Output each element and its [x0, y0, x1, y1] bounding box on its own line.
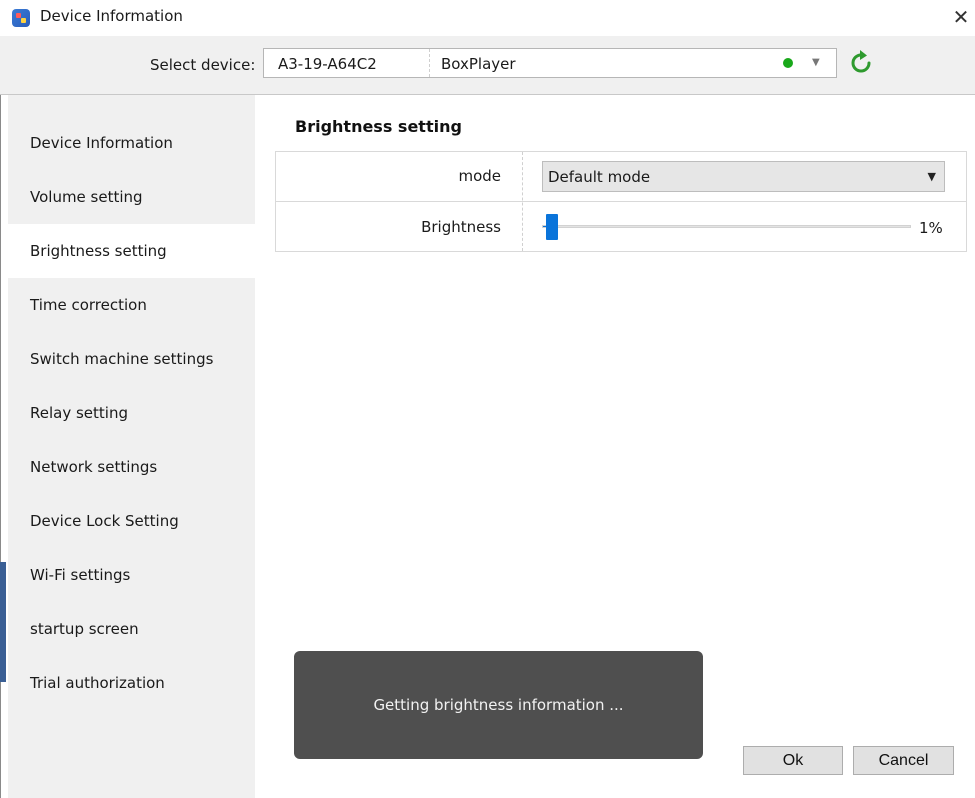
- sidebar-item-network-settings[interactable]: Network settings: [8, 440, 255, 494]
- row-divider: [276, 201, 966, 202]
- sidebar-item-device-lock-setting[interactable]: Device Lock Setting: [8, 494, 255, 548]
- window-title: Device Information: [40, 7, 183, 25]
- sidebar-item-device-information[interactable]: Device Information: [8, 116, 255, 170]
- title-bar: Device Information ✕: [0, 0, 975, 36]
- device-id: A3-19-A64C2: [278, 55, 377, 73]
- settings-sidebar: Device Information Volume setting Brightne…: [8, 95, 255, 798]
- device-select-bar: Select device: A3-19-A64C2 BoxPlayer ▼: [0, 36, 975, 95]
- brightness-slider-track[interactable]: [542, 225, 911, 228]
- select-device-label: Select device:: [150, 56, 256, 74]
- ok-button[interactable]: Ok: [743, 746, 843, 775]
- sidebar-item-wi-fi-settings[interactable]: Wi-Fi settings: [8, 548, 255, 602]
- mode-select-value: Default mode: [548, 168, 651, 186]
- online-status-indicator: [783, 58, 793, 68]
- device-column-separator: [429, 49, 431, 77]
- close-icon[interactable]: ✕: [949, 4, 973, 30]
- brightness-label: Brightness: [421, 218, 501, 236]
- sidebar-item-time-correction[interactable]: Time correction: [8, 278, 255, 332]
- device-select-dropdown[interactable]: A3-19-A64C2 BoxPlayer ▼: [263, 48, 837, 78]
- window-left-accent: [0, 562, 6, 682]
- chevron-down-icon[interactable]: ▼: [812, 53, 820, 73]
- chevron-down-icon: ▼: [927, 170, 936, 183]
- sidebar-item-trial-authorization[interactable]: Trial authorization: [8, 656, 255, 710]
- column-divider: [522, 152, 524, 251]
- refresh-icon[interactable]: [848, 49, 874, 77]
- device-name: BoxPlayer: [441, 55, 516, 73]
- cancel-button[interactable]: Cancel: [853, 746, 954, 775]
- device-information-window: Device Information ✕ Select device: A3-1…: [0, 0, 975, 798]
- sidebar-item-relay-setting[interactable]: Relay setting: [8, 386, 255, 440]
- sidebar-item-brightness-setting[interactable]: Brightness setting: [8, 224, 255, 278]
- loading-toast: Getting brightness information ...: [294, 651, 703, 759]
- page-title: Brightness setting: [295, 117, 462, 136]
- brightness-slider-thumb[interactable]: [545, 214, 558, 240]
- brightness-value: 1%: [919, 219, 943, 237]
- sidebar-item-startup-screen[interactable]: startup screen: [8, 602, 255, 656]
- sidebar-item-switch-machine-settings[interactable]: Switch machine settings: [8, 332, 255, 386]
- app-logo-icon: [12, 9, 30, 27]
- mode-label: mode: [458, 167, 501, 185]
- sidebar-item-volume-setting[interactable]: Volume setting: [8, 170, 255, 224]
- brightness-settings-table: mode Default mode ▼ Brightness 1%: [275, 151, 967, 252]
- mode-select[interactable]: Default mode ▼: [542, 161, 945, 192]
